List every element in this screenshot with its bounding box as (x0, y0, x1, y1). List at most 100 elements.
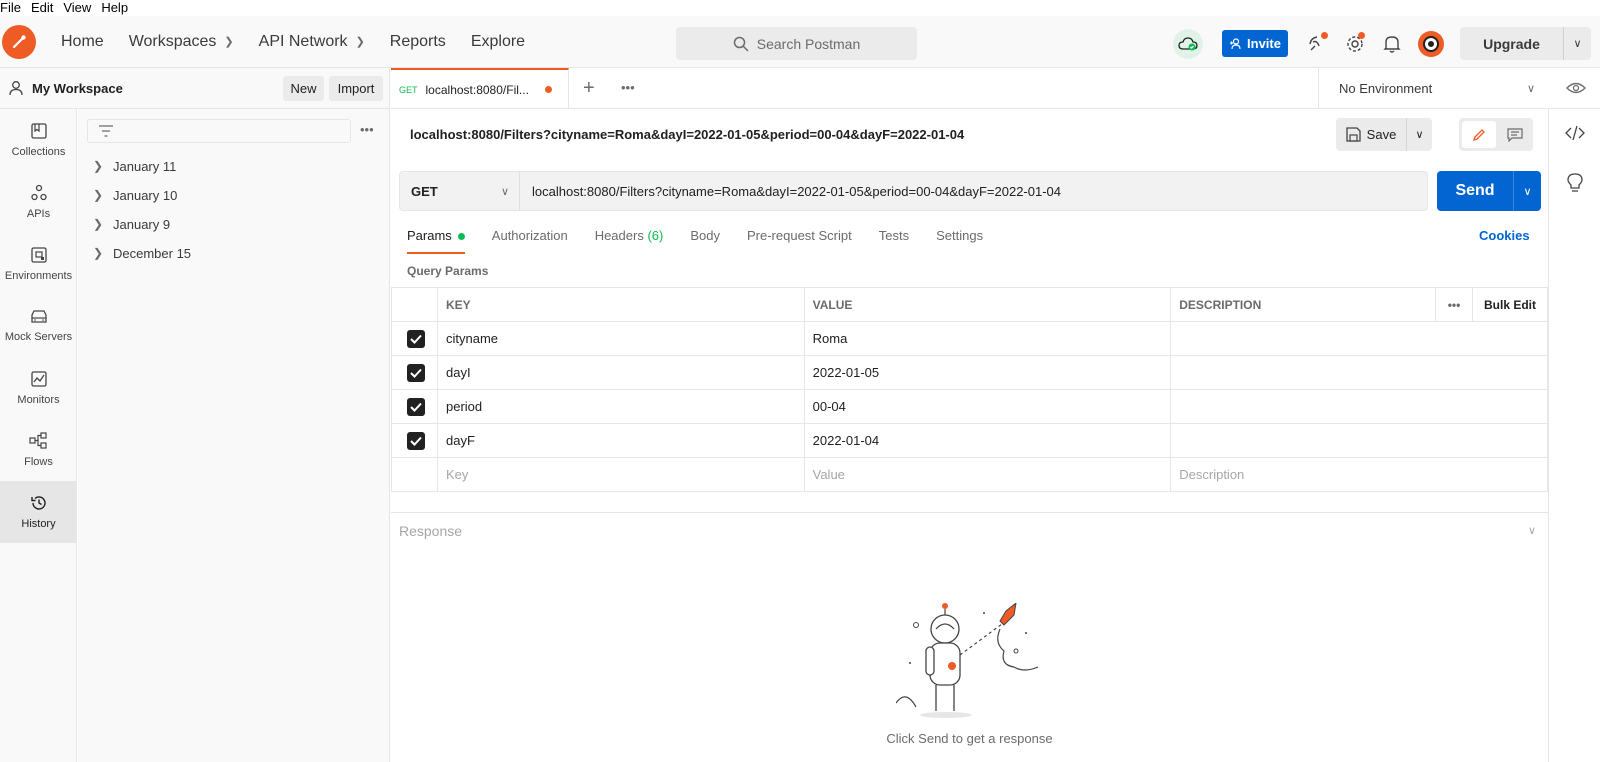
param-key[interactable]: cityname (436, 321, 805, 356)
tab-settings[interactable]: Settings (936, 228, 983, 254)
new-description-input[interactable]: Description (1170, 457, 1548, 492)
menu-file[interactable]: File (0, 0, 27, 16)
response-title[interactable]: Response (399, 523, 462, 539)
history-icon (30, 496, 46, 510)
param-checkbox[interactable] (407, 363, 425, 382)
upgrade-button[interactable]: Upgrade ∨ (1460, 27, 1591, 60)
column-description: DESCRIPTION (1170, 287, 1437, 322)
param-value[interactable]: Roma (803, 321, 1172, 356)
more-options-icon[interactable]: ••• (1435, 287, 1474, 322)
history-group[interactable]: ❯ December 15 (93, 243, 191, 263)
chevron-down-icon[interactable]: ∨ (1563, 27, 1591, 60)
tab-pre-request-script[interactable]: Pre-request Script (747, 228, 852, 254)
nav-environments[interactable]: Environments (0, 233, 77, 295)
nav-reports[interactable]: Reports (390, 33, 446, 51)
param-key[interactable]: period (436, 389, 805, 424)
param-checkbox[interactable] (407, 329, 425, 348)
chevron-right-icon: ❯ (93, 217, 104, 231)
query-params-heading: Query Params (407, 264, 489, 278)
app-header: Home Workspaces ❯ API Network ❯ Reports Ex… (0, 16, 1600, 68)
table-row: dayI 2022-01-05 (391, 355, 1548, 390)
user-icon (9, 81, 23, 96)
request-name[interactable]: localhost:8080/Filters?cityname=Roma&day… (410, 127, 964, 142)
postman-logo-icon[interactable] (2, 24, 36, 59)
filter-input[interactable] (87, 119, 351, 143)
nav-monitors[interactable]: Monitors (0, 357, 77, 419)
param-description[interactable] (1170, 321, 1548, 356)
environments-icon (30, 247, 47, 263)
param-key[interactable]: dayF (436, 423, 805, 458)
workspace-name[interactable]: My Workspace (32, 81, 123, 96)
param-description[interactable] (1170, 423, 1548, 458)
history-group[interactable]: ❯ January 9 (93, 214, 170, 234)
cookies-link[interactable]: Cookies (1479, 228, 1530, 243)
history-sidebar: ••• ❯ January 11 ❯ January 10 ❯ January 9 ❯… (78, 109, 390, 762)
cloud-sync-icon[interactable] (1173, 29, 1203, 59)
chevron-down-icon[interactable]: ∨ (1528, 524, 1536, 537)
nav-flows[interactable]: Flows (0, 419, 77, 481)
param-key[interactable]: dayI (436, 355, 805, 390)
nav-workspaces[interactable]: Workspaces ❯ (129, 33, 234, 51)
satellite-icon[interactable] (1306, 32, 1328, 55)
edit-pencil-icon[interactable] (1462, 121, 1496, 148)
bulk-edit-button[interactable]: Bulk Edit (1472, 287, 1548, 322)
chevron-down-icon[interactable]: ∨ (1513, 171, 1541, 211)
avatar[interactable] (1418, 31, 1444, 57)
menu-help[interactable]: Help (101, 0, 134, 16)
new-key-input[interactable]: Key (436, 457, 805, 492)
environment-select[interactable]: No Environment ∨ (1318, 68, 1547, 108)
tab-params[interactable]: Params (407, 228, 465, 254)
nav-collections[interactable]: Collections (0, 109, 77, 171)
table-header-row: KEY VALUE DESCRIPTION ••• Bulk Edit (391, 287, 1548, 322)
search-icon (733, 36, 749, 52)
nav-home[interactable]: Home (61, 33, 104, 51)
more-options-icon[interactable]: ••• (621, 80, 635, 95)
param-description[interactable] (1170, 355, 1548, 390)
new-button[interactable]: New (283, 76, 324, 101)
more-options-icon[interactable]: ••• (360, 122, 374, 137)
settings-gear-icon[interactable] (1344, 32, 1366, 55)
chevron-down-icon: ❯ (224, 36, 234, 48)
monitors-icon (30, 371, 47, 387)
active-dot-icon (457, 233, 465, 241)
nav-api-network[interactable]: API Network ❯ (259, 33, 365, 51)
tab-body[interactable]: Body (690, 228, 720, 254)
tab-headers[interactable]: Headers (6) (595, 228, 664, 254)
request-tab[interactable]: GET localhost:8080/Fil... (391, 68, 569, 109)
eye-icon[interactable] (1566, 80, 1586, 96)
chevron-down-icon[interactable]: ∨ (1406, 118, 1432, 151)
view-mode-toggle (1459, 118, 1533, 151)
new-tab-icon[interactable]: + (583, 77, 595, 100)
nav-explore[interactable]: Explore (471, 33, 525, 51)
workspace-header: My Workspace New Import (0, 68, 390, 109)
notification-bell-icon[interactable] (1381, 33, 1403, 55)
nav-mock-servers[interactable]: Mock Servers (0, 295, 77, 357)
import-button[interactable]: Import (329, 76, 383, 101)
search-input[interactable]: Search Postman (676, 27, 917, 60)
new-value-input[interactable]: Value (803, 457, 1172, 492)
menu-edit[interactable]: Edit (31, 0, 59, 16)
tab-authorization[interactable]: Authorization (492, 228, 568, 254)
param-value[interactable]: 00-04 (803, 389, 1172, 424)
nav-apis[interactable]: APIs (0, 171, 77, 233)
param-value[interactable]: 2022-01-05 (803, 355, 1172, 390)
param-description[interactable] (1170, 389, 1548, 424)
tab-tests[interactable]: Tests (879, 228, 909, 254)
method-select[interactable]: GET ∨ (400, 171, 520, 211)
url-input[interactable]: localhost:8080/Filters?cityname=Roma&day… (520, 184, 1061, 199)
comment-icon[interactable] (1499, 121, 1531, 148)
param-checkbox[interactable] (407, 431, 425, 450)
menu-bar: File Edit View Help (0, 0, 1600, 16)
lightbulb-icon[interactable] (1566, 173, 1584, 193)
chevron-right-icon: ❯ (93, 188, 104, 202)
code-icon[interactable] (1565, 125, 1585, 141)
nav-history[interactable]: History (0, 481, 77, 543)
menu-view[interactable]: View (63, 0, 97, 16)
history-group[interactable]: ❯ January 11 (93, 156, 176, 176)
save-button[interactable]: Save ∨ (1336, 118, 1432, 151)
param-checkbox[interactable] (407, 397, 425, 416)
history-group[interactable]: ❯ January 10 (93, 185, 177, 205)
invite-button[interactable]: Invite (1222, 30, 1288, 57)
send-button[interactable]: Send ∨ (1437, 171, 1541, 211)
param-value[interactable]: 2022-01-04 (803, 423, 1172, 458)
